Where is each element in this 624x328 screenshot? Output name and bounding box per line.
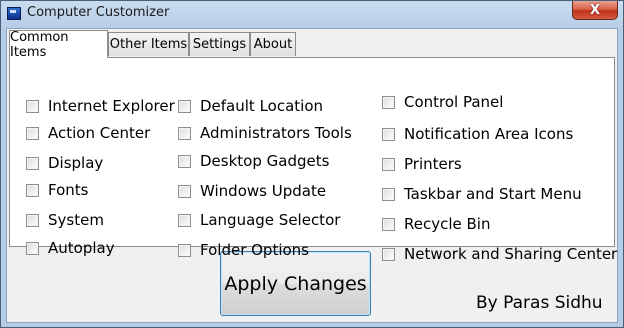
- checkbox-box[interactable]: [26, 99, 39, 113]
- window-title: Computer Customizer: [27, 5, 170, 20]
- checkbox-box[interactable]: [178, 243, 191, 257]
- checkbox-action-center[interactable]: Action Center: [26, 124, 150, 142]
- checkbox-administrators-tools[interactable]: Administrators Tools: [178, 124, 352, 142]
- checkbox-folder-options[interactable]: Folder Options: [178, 241, 309, 259]
- checkbox-recycle-bin[interactable]: Recycle Bin: [382, 215, 490, 233]
- checkbox-printers[interactable]: Printers: [382, 155, 462, 173]
- tab-label: Common Items: [10, 29, 69, 60]
- checkbox-label: Desktop Gadgets: [200, 152, 330, 170]
- checkbox-box[interactable]: [26, 183, 39, 197]
- checkbox-desktop-gadgets[interactable]: Desktop Gadgets: [178, 152, 329, 170]
- tab-label: Other Items: [109, 37, 188, 52]
- checkbox-label: Network and Sharing Center: [404, 245, 618, 263]
- checkbox-language-selector[interactable]: Language Selector: [178, 211, 340, 229]
- tab-common-items[interactable]: Common Items: [9, 29, 108, 60]
- checkbox-label: Administrators Tools: [200, 124, 352, 142]
- checkbox-box[interactable]: [26, 241, 39, 255]
- close-button[interactable]: X: [572, 1, 618, 20]
- checkbox-control-panel[interactable]: Control Panel: [382, 93, 503, 111]
- tab-label: Settings: [192, 37, 247, 52]
- author-credit: By Paras Sidhu: [476, 293, 603, 313]
- checkbox-box[interactable]: [178, 126, 191, 140]
- checkbox-label: Internet Explorer: [48, 97, 175, 115]
- checkbox-box[interactable]: [178, 99, 191, 113]
- checkbox-box[interactable]: [26, 213, 39, 227]
- checkbox-label: Notification Area Icons: [404, 125, 574, 143]
- checkbox-label: Windows Update: [200, 182, 327, 200]
- tab-other-items[interactable]: Other Items: [108, 32, 189, 56]
- checkbox-box[interactable]: [26, 156, 39, 170]
- checkbox-network-and-sharing-center[interactable]: Network and Sharing Center: [382, 245, 617, 263]
- tab-about[interactable]: About: [250, 32, 296, 56]
- checkbox-display[interactable]: Display: [26, 154, 103, 172]
- checkbox-box[interactable]: [178, 213, 191, 227]
- checkbox-notification-area-icons[interactable]: Notification Area Icons: [382, 125, 573, 143]
- checkbox-label: Control Panel: [404, 93, 504, 111]
- window-app-icon[interactable]: [7, 7, 21, 20]
- checkbox-label: Recycle Bin: [404, 215, 491, 233]
- checkbox-internet-explorer[interactable]: Internet Explorer: [26, 97, 175, 115]
- checkbox-label: Language Selector: [200, 211, 341, 229]
- checkbox-label: Fonts: [48, 181, 89, 199]
- checkbox-box[interactable]: [178, 154, 191, 168]
- checkbox-windows-update[interactable]: Windows Update: [178, 182, 326, 200]
- app-window: Computer Customizer X Common Items Other…: [0, 0, 624, 328]
- tab-label: About: [253, 37, 293, 52]
- checkbox-system[interactable]: System: [26, 211, 104, 229]
- checkbox-label: Printers: [404, 155, 462, 173]
- checkbox-box[interactable]: [382, 247, 395, 261]
- tab-settings[interactable]: Settings: [189, 32, 250, 56]
- checkbox-label: Autoplay: [48, 239, 115, 257]
- checkbox-box[interactable]: [382, 217, 395, 231]
- checkbox-box[interactable]: [382, 127, 395, 141]
- checkbox-label: Folder Options: [200, 241, 309, 259]
- checkbox-fonts[interactable]: Fonts: [26, 181, 88, 199]
- checkbox-box[interactable]: [382, 157, 395, 171]
- checkbox-box[interactable]: [382, 187, 395, 201]
- checkbox-box[interactable]: [382, 95, 395, 109]
- checkbox-taskbar-and-start-menu[interactable]: Taskbar and Start Menu: [382, 185, 582, 203]
- close-icon: X: [589, 2, 601, 18]
- checkbox-label: Default Location: [200, 97, 324, 115]
- checkbox-box[interactable]: [26, 126, 39, 140]
- checkbox-box[interactable]: [178, 184, 191, 198]
- apply-changes-button[interactable]: Apply Changes: [220, 251, 371, 316]
- checkbox-autoplay[interactable]: Autoplay: [26, 239, 115, 257]
- checkbox-default-location[interactable]: Default Location: [178, 97, 323, 115]
- checkbox-label: Taskbar and Start Menu: [404, 185, 582, 203]
- common-items-panel: Internet Explorer Action Center Display …: [9, 57, 617, 263]
- title-bar[interactable]: Computer Customizer X: [1, 1, 623, 27]
- checkbox-label: Action Center: [48, 124, 151, 142]
- client-area: Common Items Other Items Settings About …: [6, 28, 618, 323]
- checkbox-label: System: [48, 211, 104, 229]
- checkbox-label: Display: [48, 154, 104, 172]
